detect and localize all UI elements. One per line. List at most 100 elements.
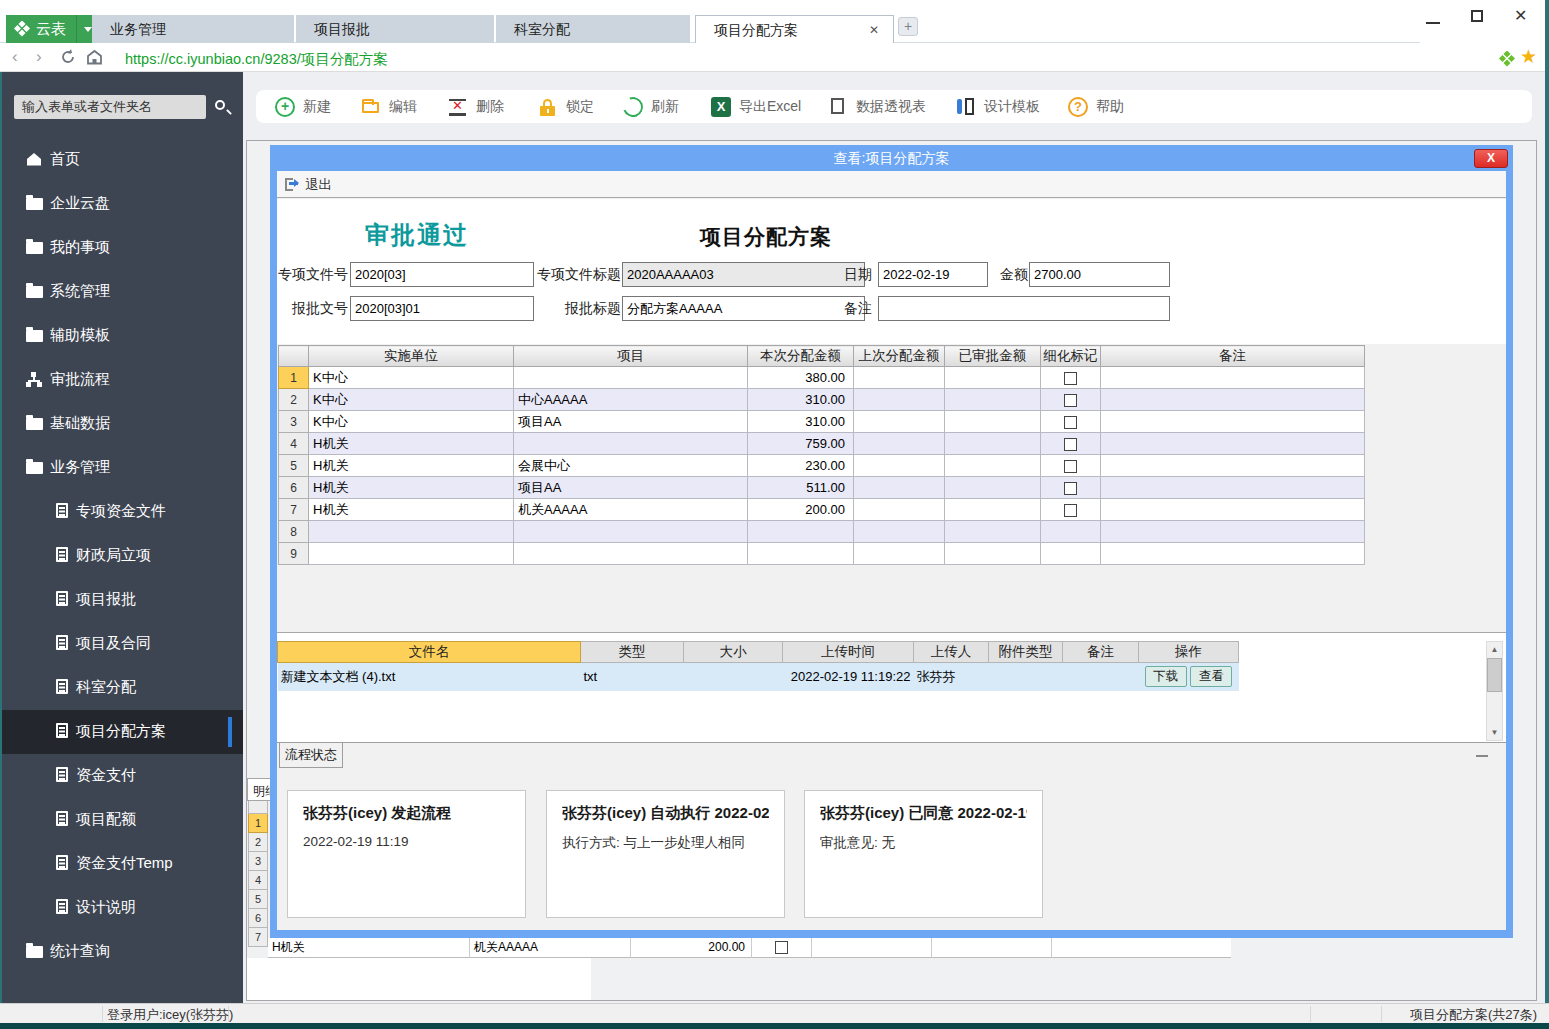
search-icon[interactable] xyxy=(214,99,232,117)
url-text[interactable]: https://cc.iyunbiao.cn/9283/项目分配方案 xyxy=(125,50,388,69)
back-button[interactable]: ‹ xyxy=(12,47,18,67)
sidebar-item-dept-allocation[interactable]: 科室分配 xyxy=(2,666,243,710)
checkbox[interactable] xyxy=(775,941,788,954)
table-row[interactable]: 3 K中心项目AA 310.00 xyxy=(279,411,1365,433)
search-input[interactable]: 输入表单或者文件夹名 xyxy=(14,95,206,119)
file-no-input[interactable]: 2020[03] xyxy=(350,262,534,287)
checkbox[interactable] xyxy=(1064,416,1077,429)
file-title-input[interactable]: 2020AAAAA03 xyxy=(622,262,865,287)
scroll-down-icon[interactable]: ▼ xyxy=(1487,725,1502,740)
sidebar-item-project-quota[interactable]: 项目配额 xyxy=(2,798,243,842)
folder-icon xyxy=(26,418,43,430)
tab-xiangmubaopi[interactable]: 项目报批 xyxy=(296,15,494,43)
attachment-section: 文件名 类型 大小 上传时间 上传人 附件类型 备注 操作 新建文本文档 (4)… xyxy=(277,632,1506,742)
collapse-icon[interactable] xyxy=(1476,755,1488,757)
table-row[interactable]: 5 H机关会展中心 230.00 xyxy=(279,455,1365,477)
favorite-star-icon[interactable]: ★ xyxy=(1520,45,1537,68)
bg-row-number[interactable]: 2 xyxy=(248,833,268,852)
bg-row-header xyxy=(248,801,268,814)
sidebar-item-my-matters[interactable]: 我的事项 xyxy=(2,226,243,270)
amount-input[interactable]: 2700.00 xyxy=(1029,262,1170,287)
table-row[interactable]: 2 K中心中心AAAAA 310.00 xyxy=(279,389,1365,411)
scroll-thumb[interactable] xyxy=(1487,658,1502,692)
site-logo-icon[interactable] xyxy=(1499,51,1515,71)
table-row[interactable]: 8 xyxy=(279,521,1365,543)
attachment-scrollbar[interactable]: ▲ ▼ xyxy=(1486,641,1503,741)
refresh-button[interactable]: 刷新 xyxy=(623,90,679,123)
dialog-title: 查看:项目分配方案 xyxy=(270,145,1513,171)
checkbox[interactable] xyxy=(1064,460,1077,473)
table-row[interactable]: 6 H机关项目AA 511.00 xyxy=(279,477,1365,499)
folder-icon xyxy=(26,462,43,474)
dialog-close-button[interactable]: X xyxy=(1474,149,1508,168)
sidebar-item-business-mgmt[interactable]: 业务管理 xyxy=(2,446,243,490)
folder-icon xyxy=(26,330,43,342)
sidebar-item-cloud-disk[interactable]: 企业云盘 xyxy=(2,182,243,226)
bg-row-number[interactable]: 1 xyxy=(248,814,268,833)
edit-button[interactable]: 编辑 xyxy=(361,90,417,123)
sidebar-item-design-notes[interactable]: 设计说明 xyxy=(2,886,243,930)
bg-row-number[interactable]: 4 xyxy=(248,871,268,890)
sidebar-item-home[interactable]: 首页 xyxy=(2,138,243,182)
sidebar-item-fund-payment[interactable]: 资金支付 xyxy=(2,754,243,798)
checkbox[interactable] xyxy=(1064,372,1077,385)
sidebar-item-aux-template[interactable]: 辅助模板 xyxy=(2,314,243,358)
design-template-button[interactable]: 设计模板 xyxy=(956,90,1040,123)
sidebar-item-fund-payment-temp[interactable]: 资金支付Temp xyxy=(2,842,243,886)
table-row[interactable]: 7 H机关机关AAAAA 200.00 xyxy=(279,499,1365,521)
new-button[interactable]: +新建 xyxy=(275,90,331,123)
sidebar-item-finance-bureau[interactable]: 财政局立项 xyxy=(2,534,243,578)
exit-button[interactable]: 退出 xyxy=(285,176,332,194)
sidebar-item-base-data[interactable]: 基础数据 xyxy=(2,402,243,446)
lock-icon xyxy=(538,97,558,117)
bg-row-number[interactable]: 6 xyxy=(248,909,268,928)
window-minimize-button[interactable] xyxy=(1426,22,1440,24)
bg-table-row[interactable]: H机关 机关AAAAA 200.00 xyxy=(268,938,1231,958)
pivot-table-button[interactable]: 数据透视表 xyxy=(828,90,926,123)
remark-input[interactable] xyxy=(878,296,1170,321)
doc-icon xyxy=(56,899,68,914)
view-button[interactable]: 查看 xyxy=(1190,666,1232,687)
sidebar-item-special-funds-file[interactable]: 专项资金文件 xyxy=(2,490,243,534)
download-button[interactable]: 下载 xyxy=(1145,666,1187,687)
refresh-icon[interactable] xyxy=(60,49,76,70)
sidebar-item-approval-flow[interactable]: 审批流程 xyxy=(2,358,243,402)
lock-button[interactable]: 锁定 xyxy=(538,90,594,123)
export-excel-button[interactable]: X导出Excel xyxy=(711,90,801,123)
sidebar-item-project-approval[interactable]: 项目报批 xyxy=(2,578,243,622)
forward-button[interactable]: › xyxy=(36,47,42,67)
date-input[interactable]: 2022-02-19 xyxy=(878,262,988,287)
tab-keshifenpei[interactable]: 科室分配 xyxy=(496,15,690,43)
tab-close-icon[interactable]: ✕ xyxy=(869,16,879,44)
table-row[interactable]: 1 K中心 380.00 xyxy=(279,367,1365,389)
sidebar-item-statistics-query[interactable]: 统计查询 xyxy=(2,930,243,974)
checkbox[interactable] xyxy=(1064,438,1077,451)
checkbox[interactable] xyxy=(1064,482,1077,495)
bg-row-number[interactable]: 3 xyxy=(248,852,268,871)
scroll-up-icon[interactable]: ▲ xyxy=(1487,642,1502,657)
browser-header: 云表 业务管理 项目报批 科室分配 项目分配方案 ✕ + ✕ ‹ › https… xyxy=(0,0,1549,72)
bg-row-number-7[interactable]: 7 xyxy=(248,928,268,947)
window-maximize-button[interactable] xyxy=(1471,10,1483,22)
tab-active-xiangmufenpeifangan[interactable]: 项目分配方案 ✕ xyxy=(695,15,894,43)
sidebar-item-project-allocation-plan[interactable]: 项目分配方案 xyxy=(2,710,243,754)
checkbox[interactable] xyxy=(1064,394,1077,407)
table-row[interactable]: 9 xyxy=(279,543,1365,565)
sidebar-item-system-mgmt[interactable]: 系统管理 xyxy=(2,270,243,314)
sidebar-item-project-contract[interactable]: 项目及合同 xyxy=(2,622,243,666)
window-close-button[interactable]: ✕ xyxy=(1514,6,1527,25)
approval-no-input[interactable]: 2020[03]01 xyxy=(350,296,534,321)
home-icon[interactable] xyxy=(86,49,103,70)
checkbox[interactable] xyxy=(1064,504,1077,517)
table-row[interactable]: 4 H机关 759.00 xyxy=(279,433,1365,455)
help-button[interactable]: ?帮助 xyxy=(1068,90,1124,123)
attachment-row[interactable]: 新建文本文档 (4).txt txt 2022-02-19 11:19:22 张… xyxy=(278,663,1239,691)
approval-title-input[interactable]: 分配方案AAAAA xyxy=(622,296,865,321)
tab-yewuguanli[interactable]: 业务管理 xyxy=(92,15,294,43)
table-header-row: 实施单位 项目 本次分配金额 上次分配金额 已审批金额 细化标记 备注 xyxy=(279,346,1365,367)
flow-status-tab[interactable]: 流程状态 xyxy=(279,743,343,768)
bg-row-number[interactable]: 5 xyxy=(248,890,268,909)
app-logo-button[interactable]: 云表 xyxy=(6,15,98,43)
delete-button[interactable]: ✕删除 xyxy=(448,90,504,123)
new-tab-button[interactable]: + xyxy=(898,17,918,36)
